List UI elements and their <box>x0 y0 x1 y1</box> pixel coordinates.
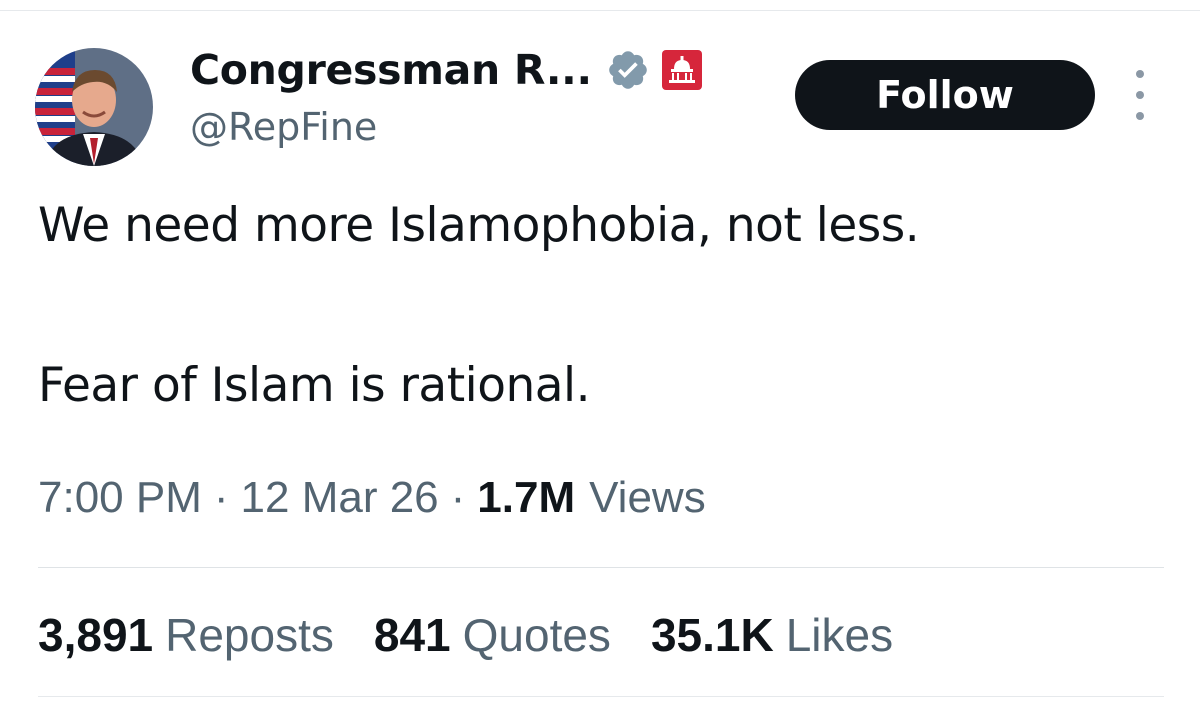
tweet-text-line: We need more Islamophobia, not less. <box>38 198 920 253</box>
tweet-text-line: Fear of Islam is rational. <box>38 358 591 413</box>
more-options-icon[interactable] <box>1122 70 1158 120</box>
likes-stat[interactable]: 35.1K Likes <box>651 608 893 662</box>
more-dot <box>1136 91 1144 99</box>
meta-separator: · <box>213 473 229 522</box>
views-label: Views <box>589 473 706 522</box>
author-handle[interactable]: @RepFine <box>190 105 377 149</box>
more-dot <box>1136 70 1144 78</box>
us-capitol-badge-icon[interactable] <box>661 50 702 90</box>
follow-button[interactable]: Follow <box>795 60 1095 130</box>
reposts-count: 3,891 <box>38 609 154 661</box>
reposts-stat[interactable]: 3,891 Reposts <box>38 608 334 662</box>
top-divider <box>0 10 1200 11</box>
author-display-name[interactable]: Congressman R... <box>190 46 592 94</box>
avatar[interactable] <box>35 48 153 166</box>
likes-label: Likes <box>785 609 894 661</box>
engagement-stats: 3,891 Reposts 841 Quotes 35.1K Likes <box>38 608 933 662</box>
quotes-stat[interactable]: 841 Quotes <box>374 608 611 662</box>
tweet-date[interactable]: 12 Mar 26 <box>241 473 439 523</box>
author-name-row: Congressman R... <box>190 40 702 100</box>
quotes-label: Quotes <box>462 609 611 661</box>
likes-count: 35.1K <box>650 609 774 661</box>
quotes-count: 841 <box>373 609 451 661</box>
meta-divider <box>38 567 1164 568</box>
reposts-label: Reposts <box>165 609 334 661</box>
tweet-meta: 7:00 PM · 12 Mar 26 · 1.7M Views <box>38 473 706 523</box>
verified-checkmark-icon[interactable] <box>606 48 650 92</box>
more-dot <box>1136 112 1144 120</box>
tweet-time[interactable]: 7:00 PM <box>38 473 202 523</box>
stats-divider <box>38 696 1164 697</box>
views-count: 1.7M <box>477 473 576 522</box>
meta-separator: · <box>450 473 466 522</box>
